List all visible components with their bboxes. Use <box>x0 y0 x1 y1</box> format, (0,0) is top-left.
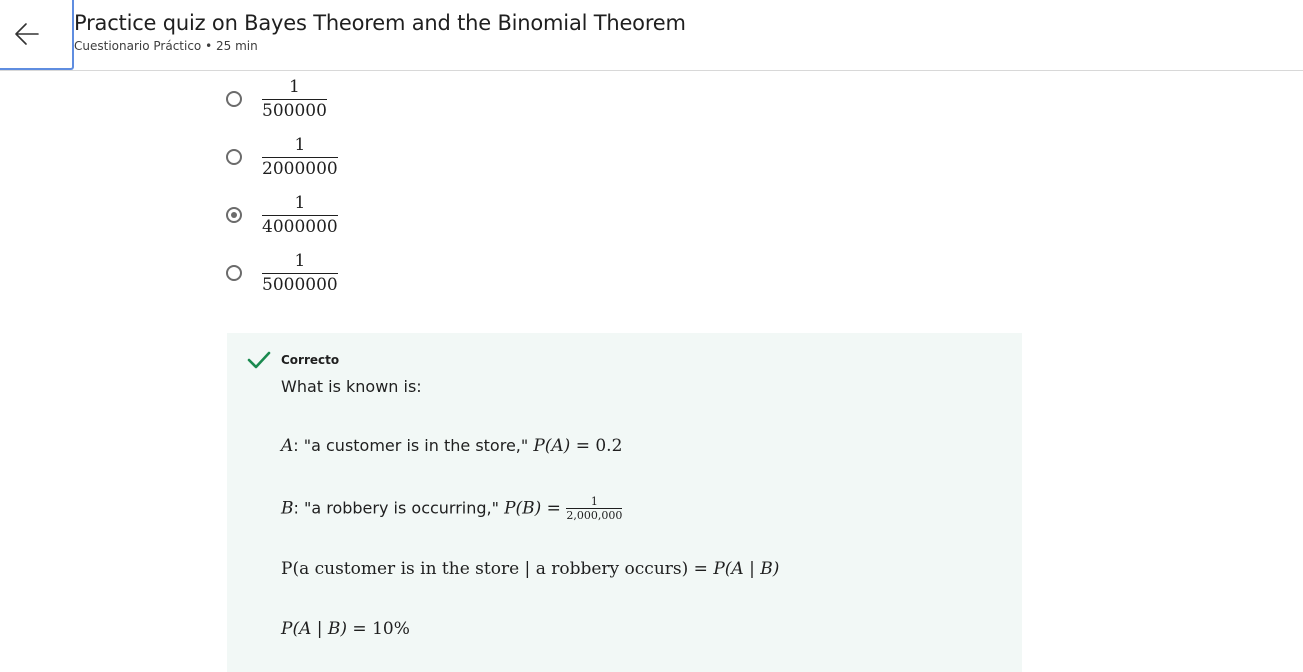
fraction-denominator: 4000000 <box>262 215 338 237</box>
fraction-numerator: 1 <box>294 135 306 155</box>
fraction-numerator: 1 <box>590 495 598 508</box>
answer-fraction: 1 2000000 <box>262 135 338 179</box>
answer-fraction: 1 5000000 <box>262 251 338 295</box>
fraction-numerator: 1 <box>289 77 300 97</box>
fraction-denominator: 500000 <box>262 99 327 121</box>
quiz-header: Practice quiz on Bayes Theorem and the B… <box>0 0 1303 71</box>
answer-fraction: 1 500000 <box>262 77 327 121</box>
probability-a-value: = 0.2 <box>570 436 623 456</box>
definition-b: B: "a robbery is occurring," P(B) = 1 2,0… <box>281 495 623 522</box>
radio-button[interactable] <box>226 91 242 107</box>
definition-a-text: : "a customer is in the store," <box>293 436 534 455</box>
probability-a: P(A) <box>533 436 571 456</box>
radio-button[interactable] <box>226 265 242 281</box>
radio-button-selected[interactable] <box>226 207 242 223</box>
feedback-intro: What is known is: <box>281 377 422 396</box>
conditional-rhs: = P(A | B) <box>688 559 780 579</box>
radio-button[interactable] <box>226 149 242 165</box>
conditional-definition: P(a customer is in the store | a robbery… <box>281 559 779 579</box>
conditional-percentage: = 10% <box>347 619 410 639</box>
fraction-numerator: 1 <box>294 193 306 213</box>
quiz-meta: Cuestionario Práctico • 25 min <box>74 39 258 53</box>
conditional-expression: P(A | B) <box>281 619 348 639</box>
probability-b-fraction: 1 2,000,000 <box>566 495 623 522</box>
arrow-left-icon <box>15 23 39 45</box>
fraction-denominator: 2000000 <box>262 157 338 179</box>
fraction-denominator: 5000000 <box>262 273 338 295</box>
check-icon <box>247 351 271 369</box>
equals-sign: = <box>541 498 567 519</box>
definition-b-text: : "a robbery is occurring," <box>293 498 505 518</box>
variable-a: A <box>281 436 294 456</box>
answer-fraction: 1 4000000 <box>262 193 338 237</box>
feedback-panel: Correcto What is known is: A: "a custome… <box>227 333 1022 672</box>
probability-b: P(B) <box>504 498 542 519</box>
conditional-value: P(A | B) = 10% <box>281 619 410 639</box>
feedback-status: Correcto <box>281 353 340 367</box>
back-button[interactable] <box>0 0 74 70</box>
definition-a: A: "a customer is in the store," P(A) = … <box>281 436 622 456</box>
fraction-numerator: 1 <box>294 251 306 271</box>
variable-b: B <box>281 498 294 519</box>
fraction-denominator: 2,000,000 <box>566 508 623 522</box>
page-title: Practice quiz on Bayes Theorem and the B… <box>74 11 686 35</box>
conditional-lhs: P(a customer is in the store | a robbery… <box>281 559 689 579</box>
